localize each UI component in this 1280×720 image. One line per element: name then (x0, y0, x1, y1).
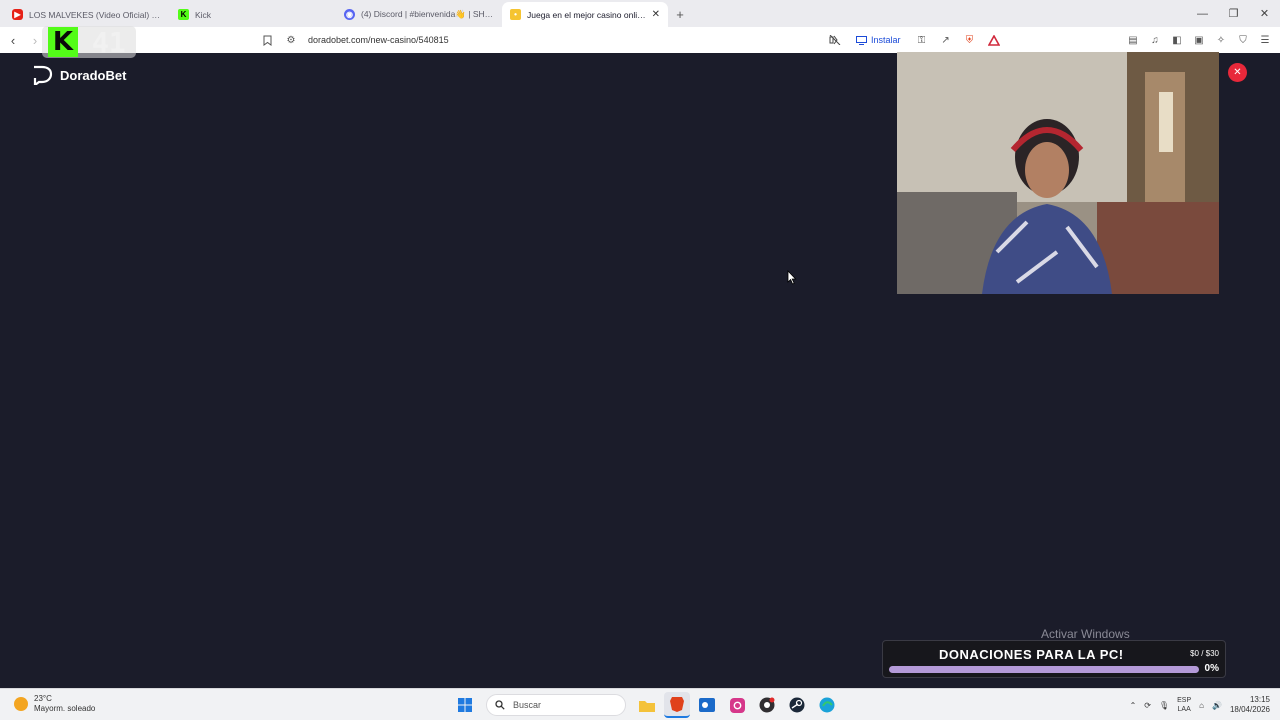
wallet-icon[interactable]: ▣ (1190, 31, 1208, 49)
language-line2: LAA (1177, 706, 1191, 713)
webcam-image (897, 52, 1219, 294)
tab-title: LOS MALVEKES (Video Oficial) - MAF (29, 9, 162, 20)
close-overlay-button[interactable]: ✕ (1228, 63, 1247, 82)
youtube-icon: ▶ (12, 9, 23, 20)
weather-desc: Mayorm. soleado (34, 704, 96, 713)
steam-icon[interactable] (784, 692, 810, 718)
clock-date: 18/04/2026 (1229, 705, 1270, 714)
obs-studio-icon[interactable] (754, 692, 780, 718)
back-button[interactable]: ‹ (2, 29, 24, 51)
key-icon[interactable]: ⚿ (913, 31, 931, 49)
media-icon[interactable]: ♫ (1146, 31, 1164, 49)
tab-title: Juega en el mejor casino online (527, 9, 646, 20)
brave-shield-icon[interactable]: ⛨ (961, 31, 979, 49)
kick-icon: K (178, 9, 189, 20)
file-explorer-icon[interactable] (634, 692, 660, 718)
network-icon[interactable]: ⌂ (1199, 701, 1204, 710)
language-indicator[interactable]: ESP LAA (1177, 696, 1191, 714)
monitor-icon (856, 35, 867, 45)
minimize-button[interactable]: — (1187, 0, 1218, 27)
activate-windows-watermark: Activar Windows (1041, 627, 1130, 641)
share-icon[interactable]: ↗ (937, 31, 955, 49)
doradobet-logo[interactable]: DoradoBet (32, 65, 126, 85)
microphone-icon[interactable]: 🎙 (1159, 701, 1169, 710)
tab-kick[interactable]: K Kick (170, 2, 336, 27)
discord-icon: ◉ (344, 9, 355, 20)
install-label: Instalar (871, 35, 901, 45)
donation-goal-widget: DONACIONES PARA LA PC! $0 / $30 0% (882, 640, 1226, 678)
reader-mode-icon[interactable]: ▤ (1124, 31, 1142, 49)
tab-discord[interactable]: ◉ (4) Discord | #bienvenida👋 | SHANT (336, 2, 502, 27)
weather-widget[interactable]: 23°C Mayorm. soleado (14, 694, 95, 714)
tab-title: (4) Discord | #bienvenida👋 | SHANT (361, 9, 494, 19)
site-settings-icon[interactable]: ⚙ (282, 31, 300, 49)
show-hidden-icons-icon[interactable]: ⌃ (1130, 701, 1137, 710)
browser-extension-icons: ▤ ♫ ◧ ▣ ✧ ⛉ ☰ (1124, 27, 1274, 53)
new-tab-button[interactable]: + (668, 2, 692, 27)
sync-icon[interactable]: ⟳ (1144, 701, 1151, 710)
clock[interactable]: 13:15 18/04/2026 (1230, 695, 1270, 715)
address-bar[interactable]: ⚙ doradobet.com/new-casino/540815 (258, 27, 449, 53)
kick-logo-icon: K (48, 27, 78, 57)
sun-icon (14, 697, 28, 711)
brand-name: DoradoBet (60, 67, 127, 83)
bookmark-icon[interactable] (258, 31, 276, 49)
windows-logo-icon (458, 698, 472, 712)
vpn-icon[interactable]: ⛉ (1234, 31, 1252, 49)
donation-progress-bar (889, 666, 1199, 673)
taskbar-apps: Buscar (452, 692, 840, 718)
volume-icon[interactable]: 🔊 (1212, 701, 1222, 710)
language-line1: ESP (1177, 697, 1192, 704)
browser-toolbar: ‹ › ⚙ doradobet.com/new-casino/540815 In… (0, 27, 1280, 53)
clock-time: 13:15 (1249, 695, 1270, 704)
tab-youtube[interactable]: ▶ LOS MALVEKES (Video Oficial) - MAF (4, 2, 170, 27)
weather-temp: 23°C (34, 694, 52, 703)
webcam-overlay (897, 52, 1219, 294)
leo-ai-icon[interactable]: ✧ (1212, 31, 1230, 49)
kick-viewer-badge: K 41 (42, 25, 136, 59)
tab-casino[interactable]: • Juega en el mejor casino online ✕ (502, 2, 668, 27)
install-app-button[interactable]: Instalar (850, 35, 907, 45)
browser-tab-strip: ▶ LOS MALVEKES (Video Oficial) - MAF K K… (0, 0, 1280, 27)
system-tray: ⌃ ⟳ 🎙 ESP LAA ⌂ 🔊 13:15 18/04/2026 (1130, 692, 1270, 718)
brave-rewards-icon[interactable] (985, 31, 1003, 49)
taskbar-search[interactable]: Buscar (486, 694, 626, 716)
donation-amount: $0 / $30 (1190, 649, 1219, 658)
close-tab-icon[interactable]: ✕ (652, 9, 660, 20)
mouse-cursor-icon (787, 270, 797, 285)
doradobet-favicon-icon: • (510, 9, 521, 20)
close-window-button[interactable]: ✕ (1249, 0, 1280, 27)
media-muted-icon[interactable] (826, 31, 844, 49)
brave-browser-icon[interactable] (664, 692, 690, 718)
instagram-icon[interactable] (724, 692, 750, 718)
tab-title: Kick (195, 9, 212, 20)
start-button[interactable] (452, 692, 478, 718)
donation-percent: 0% (1204, 663, 1219, 674)
window-controls: — ❐ ✕ (1187, 0, 1280, 27)
menu-icon[interactable]: ☰ (1256, 31, 1274, 49)
doradobet-mark-icon (33, 65, 53, 85)
windows-taskbar: 23°C Mayorm. soleado Buscar ⌃ ⟳ 🎙 ESP LA… (0, 688, 1280, 720)
url-text: doradobet.com/new-casino/540815 (308, 35, 449, 45)
address-actions: Instalar ⚿ ↗ ⛨ (826, 27, 1003, 53)
maximize-button[interactable]: ❐ (1218, 0, 1249, 27)
kick-viewer-count: 41 (92, 25, 126, 59)
sidebar-icon[interactable]: ◧ (1168, 31, 1186, 49)
search-icon (495, 700, 505, 710)
donation-title: DONACIONES PARA LA PC! (939, 647, 1124, 662)
edge-icon[interactable] (814, 692, 840, 718)
outlook-icon[interactable] (694, 692, 720, 718)
search-placeholder: Buscar (513, 700, 542, 710)
